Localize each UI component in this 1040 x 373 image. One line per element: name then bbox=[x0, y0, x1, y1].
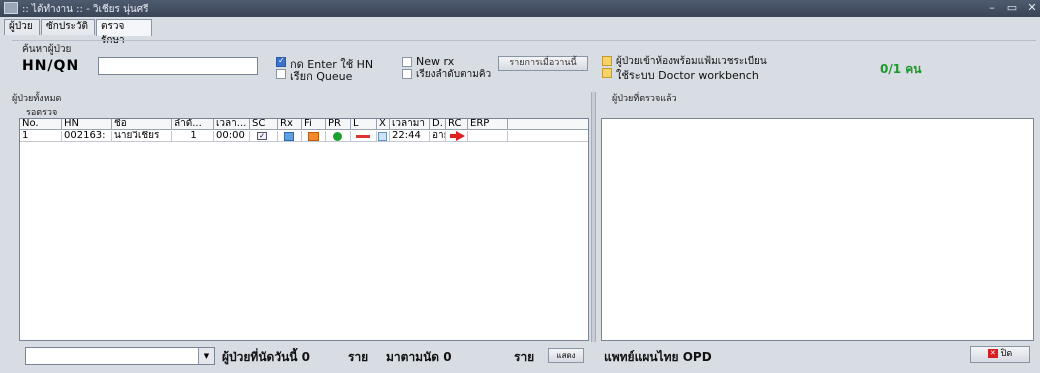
col-time[interactable]: เวลา... bbox=[214, 119, 250, 130]
cell-seq: 1 bbox=[172, 131, 214, 142]
sc-check-icon[interactable]: ✓ bbox=[257, 132, 267, 140]
col-hn[interactable]: HN bbox=[62, 119, 112, 130]
workbench-label: ใช้ระบบ Doctor workbench bbox=[616, 69, 759, 82]
col-x[interactable]: X bbox=[377, 119, 390, 130]
cell-pr bbox=[326, 131, 351, 142]
show-button[interactable]: แสดง bbox=[548, 348, 584, 363]
xray-icon[interactable] bbox=[378, 132, 387, 141]
col-d[interactable]: D. bbox=[430, 119, 446, 130]
appointment-today-label: ผู้ป่วยที่นัดวันนี้ 0 bbox=[222, 350, 310, 364]
col-rc[interactable]: RC bbox=[446, 119, 468, 130]
grid-header: No. HN ชื่อ ลำดั... เวลา... SC Rx Fi PR … bbox=[20, 119, 588, 130]
rx-icon[interactable] bbox=[284, 132, 294, 141]
yesterday-list-button[interactable]: รายการเมื่อวานนี้ bbox=[498, 56, 588, 71]
unit-label-1: ราย bbox=[348, 350, 369, 364]
tab-examine[interactable]: ตรวจรักษา bbox=[96, 19, 152, 46]
cell-hn: 002163: bbox=[62, 131, 112, 142]
maximize-button[interactable]: ▭ bbox=[1004, 1, 1020, 15]
patient-grid: No. HN ชื่อ ลำดั... เวลา... SC Rx Fi PR … bbox=[19, 118, 589, 341]
newrx-checkbox[interactable] bbox=[402, 57, 412, 67]
lab-dash-icon bbox=[356, 135, 370, 138]
window-title: :: ได้ทำงาน :: - วิเชียร นุ่นศรี bbox=[22, 4, 149, 15]
came-appointment-label: มาตามนัด 0 bbox=[386, 350, 452, 364]
cell-erp bbox=[468, 131, 508, 142]
col-sc[interactable]: SC bbox=[250, 119, 278, 130]
refer-arrow-icon[interactable] bbox=[450, 131, 465, 141]
workbench-checkbox[interactable] bbox=[602, 68, 612, 78]
app-icon bbox=[4, 2, 18, 14]
search-group-title: ค้นหาผู้ป่วย bbox=[20, 42, 74, 57]
col-erp[interactable]: ERP bbox=[468, 119, 508, 130]
unit-label-2: ราย bbox=[514, 350, 535, 364]
patient-counter: 0/1 คน bbox=[880, 62, 922, 76]
close-button-label: ปิด bbox=[1000, 349, 1013, 359]
col-name[interactable]: ชื่อ bbox=[112, 119, 172, 130]
enter-hn-checkbox[interactable] bbox=[276, 56, 286, 67]
col-l[interactable]: L bbox=[351, 119, 377, 130]
panel-splitter[interactable] bbox=[591, 92, 596, 342]
sort-queue-checkbox[interactable] bbox=[402, 69, 412, 79]
tab-history[interactable]: ซักประวัติ bbox=[41, 19, 95, 35]
col-pr[interactable]: PR bbox=[326, 119, 351, 130]
cell-x bbox=[377, 131, 390, 142]
clinic-label: แพทย์แผนไทย OPD bbox=[604, 350, 712, 364]
cell-no: 1 bbox=[20, 131, 62, 142]
file-icon[interactable] bbox=[308, 132, 319, 141]
hn-label: HN/QN bbox=[22, 58, 80, 74]
close-icon: ✕ bbox=[987, 349, 998, 358]
examined-list bbox=[601, 118, 1034, 341]
examined-title: ผู้ป่วยที่ตรวจแล้ว bbox=[612, 94, 677, 104]
chevron-down-icon[interactable]: ▼ bbox=[198, 348, 214, 364]
cell-rx bbox=[278, 131, 302, 142]
col-rx[interactable]: Rx bbox=[278, 119, 302, 130]
doctor-combo[interactable]: ▼ bbox=[25, 347, 215, 365]
col-no[interactable]: No. bbox=[20, 119, 62, 130]
room-ready-checkbox[interactable] bbox=[602, 56, 612, 66]
minimize-button[interactable]: – bbox=[984, 1, 1000, 15]
cell-time: 00:00 bbox=[214, 131, 250, 142]
hn-input[interactable] bbox=[98, 57, 258, 75]
close-button[interactable]: ✕ ปิด bbox=[970, 346, 1030, 363]
col-seq[interactable]: ลำดั... bbox=[172, 119, 214, 130]
cell-name: นายวิเชียร bbox=[112, 131, 172, 142]
sort-queue-label: เรียงลำดับตามคิว bbox=[416, 69, 492, 80]
cell-d: อายุ bbox=[430, 131, 446, 142]
cell-rc bbox=[446, 131, 468, 142]
cell-fi bbox=[302, 131, 326, 142]
all-patients-title: ผู้ป่วยทั้งหมด bbox=[12, 94, 62, 104]
col-fi[interactable]: Fi bbox=[302, 119, 326, 130]
tab-patient[interactable]: ผู้ป่วย bbox=[4, 19, 40, 35]
close-window-button[interactable]: ✕ bbox=[1024, 1, 1040, 15]
waiting-title: รอตรวจ bbox=[26, 108, 58, 118]
status-green-icon bbox=[333, 132, 342, 141]
queue-checkbox[interactable] bbox=[276, 69, 286, 79]
title-bar: :: ได้ทำงาน :: - วิเชียร นุ่นศรี – ▭ ✕ bbox=[0, 0, 1040, 17]
cell-l bbox=[351, 131, 377, 142]
queue-label: เรียก Queue bbox=[290, 70, 353, 83]
cell-arrive: 22:44 bbox=[390, 131, 430, 142]
cell-sc: ✓ bbox=[250, 131, 278, 142]
col-arrive[interactable]: เวลามา bbox=[390, 119, 430, 130]
